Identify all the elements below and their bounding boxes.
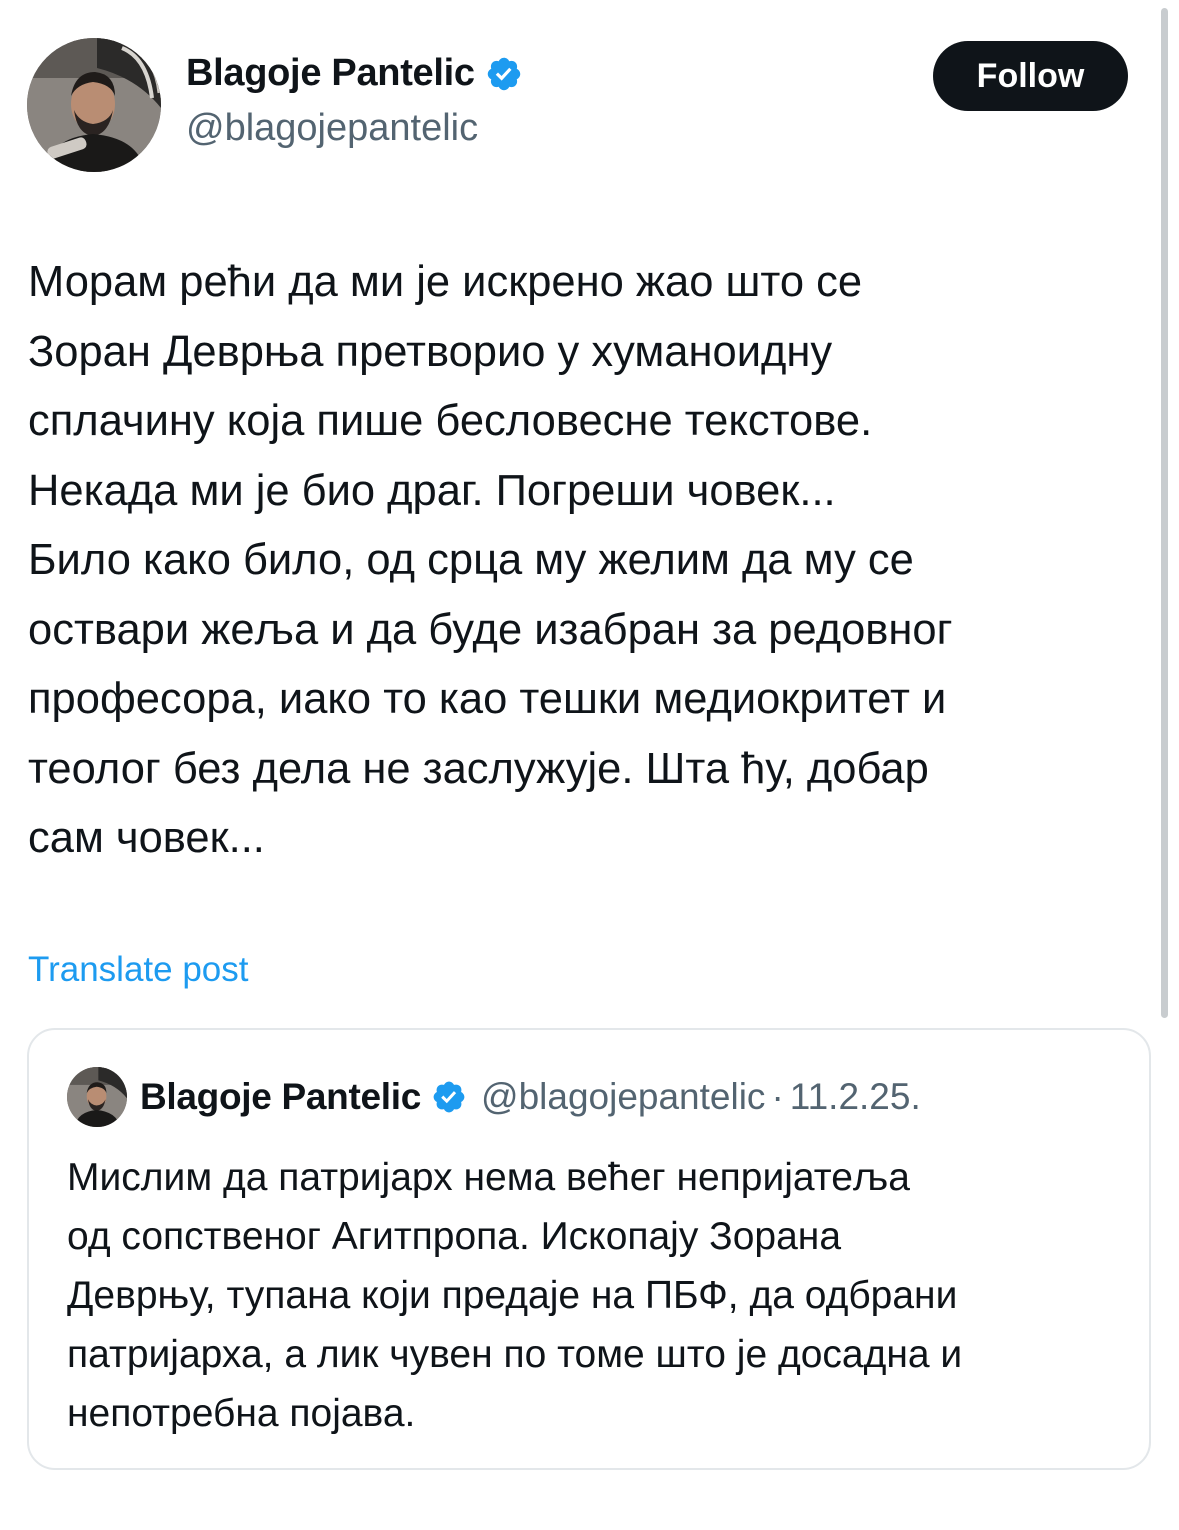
translate-post-link[interactable]: Translate post (28, 950, 248, 990)
quoted-post-header: Blagoje Pantelic @blagojepantelic · 11.2… (140, 1076, 921, 1118)
avatar-photo (27, 38, 161, 172)
post-text-line: професора, иако то као тешки медиокритет… (28, 675, 947, 723)
post-text: Морам рећи да ми је искрено жао што се З… (28, 248, 1158, 874)
verified-badge-icon[interactable] (431, 1079, 467, 1115)
post-text-line: Било како било, од срца му желим да му с… (28, 536, 914, 584)
quoted-post-card[interactable]: Blagoje Pantelic @blagojepantelic · 11.2… (27, 1028, 1151, 1470)
scrollbar[interactable] (1161, 8, 1168, 1018)
author-avatar[interactable] (27, 38, 161, 172)
quoted-text-line: непотребна појава. (67, 1392, 416, 1435)
post-text-line: теолог без дела не заслужује. Шта ћу, до… (28, 744, 929, 793)
quoted-text-line: Мислим да патријарх нема већег непријате… (67, 1156, 910, 1199)
post-text-line: Некада ми је био драг. Погреши човек... (28, 466, 836, 515)
quoted-post-date[interactable]: 11.2.25. (790, 1076, 921, 1118)
author-name-row[interactable]: Blagoje Pantelic (186, 52, 523, 95)
avatar-photo (67, 1067, 127, 1127)
dot-separator: · (771, 1076, 784, 1117)
quoted-author-name[interactable]: Blagoje Pantelic (140, 1076, 421, 1118)
post-text-line: сплачину која пише бесловесне текстове. (28, 397, 873, 445)
post-text-line: Морам рећи да ми је искрено жао што се (28, 258, 863, 306)
quoted-text-line: од сопственог Агитпропа. Ископају Зорана (67, 1215, 842, 1258)
quoted-author-handle[interactable]: @blagojepantelic (481, 1076, 765, 1118)
post-text-line: сам човек... (28, 814, 265, 862)
post-text-line: оствари жеља и да буде изабран за редовн… (28, 605, 953, 654)
quoted-author-avatar[interactable] (67, 1067, 127, 1127)
post-text-line: Зоран Деврња претворио у хуманоидну (28, 327, 833, 376)
quoted-post-text: Мислим да патријарх нема већег непријате… (67, 1148, 1137, 1443)
follow-button[interactable]: Follow (933, 41, 1128, 111)
author-name[interactable]: Blagoje Pantelic (186, 52, 475, 95)
verified-badge-icon[interactable] (485, 55, 523, 93)
author-handle[interactable]: @blagojepantelic (186, 107, 478, 150)
quoted-text-line: патријарха, а лик чувен по томе што је д… (67, 1333, 963, 1376)
quoted-text-line: Деврњу, тупана који предаје на ПБФ, да о… (67, 1274, 958, 1317)
